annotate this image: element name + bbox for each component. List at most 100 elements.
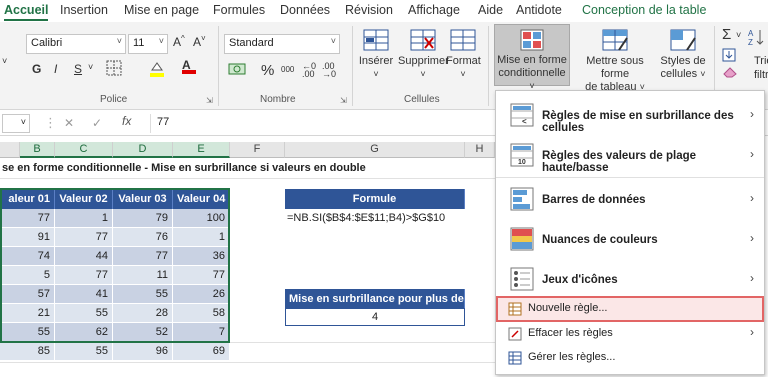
table-cell[interactable]: 52 [113,323,173,342]
table-cell[interactable]: 77 [55,228,113,247]
table-cell[interactable]: 11 [113,266,173,285]
table-cell[interactable]: 79 [113,209,173,228]
tab-aide[interactable]: Aide [478,3,503,17]
table-cell[interactable]: 62 [55,323,113,342]
table-cell[interactable]: 77 [55,266,113,285]
column-header-f[interactable]: F [230,142,285,158]
percent-button[interactable]: % [261,62,274,79]
currency-icon[interactable] [228,62,246,79]
menu-item-data-bars[interactable]: Barres de données › [496,179,764,219]
table-cell[interactable]: 55 [55,304,113,323]
sort-filter-icon[interactable]: AZ [748,28,766,48]
table-header-3[interactable]: Valeur 03 [113,189,173,209]
table-header-2[interactable]: Valeur 02 [55,189,113,209]
table-cell[interactable]: 1 [173,228,230,247]
table-cell[interactable]: 55 [55,342,113,361]
table-cell[interactable]: 96 [113,342,173,361]
autosum-button[interactable]: Σ [722,26,731,43]
cell-styles-button[interactable]: Styles de cellules ˅ [656,28,710,81]
tab-affichage[interactable]: Affichage [408,3,460,17]
threshold-value[interactable]: 4 [285,308,465,326]
chevron-down-icon[interactable]: ˅ [736,30,741,40]
menu-item-color-scales[interactable]: Nuances de couleurs › [496,219,764,259]
table-cell[interactable]: 1 [55,209,113,228]
font-name-dropdown[interactable]: Calibri ˅ [26,34,126,54]
font-size-dropdown[interactable]: 11 ˅ [128,34,168,54]
table-cell[interactable]: 26 [173,285,230,304]
format-as-table-button[interactable]: Mettre sous forme de tableau ˅ [572,28,658,94]
column-header-h[interactable]: H [465,142,495,158]
column-header-d[interactable]: D [113,142,173,158]
table-cell[interactable]: 69 [173,342,230,361]
increase-decimal-icon[interactable]: ←0.00 [302,62,316,79]
table-header-1[interactable]: aleur 01 [0,189,55,209]
formula-text[interactable]: =NB.SI($B$4:$E$11;B4)>$G$10 [283,208,449,228]
conditional-formatting-button[interactable]: Mise en forme conditionnelle ˅ [494,24,570,91]
table-cell[interactable]: 58 [173,304,230,323]
table-cell[interactable]: 5 [0,266,55,285]
tab-mise-en-page[interactable]: Mise en page [124,3,199,17]
bold-button[interactable]: G [32,62,41,76]
table-cell[interactable]: 41 [55,285,113,304]
borders-icon[interactable] [106,60,122,79]
tab-accueil[interactable]: Accueil [4,3,49,21]
italic-button[interactable]: I [54,62,57,76]
chevron-down-icon[interactable]: ˅ [2,56,7,66]
column-header-a[interactable] [0,142,20,158]
menu-item-icon-sets[interactable]: Jeux d'icônes › [496,259,764,299]
dialog-launcher-icon[interactable]: ⇲ [206,96,213,105]
tab-donnees[interactable]: Données [280,3,330,17]
menu-item-top-bottom-rules[interactable]: 10 Règles des valeurs de plage haute/bas… [496,137,764,177]
sort-filter-label-1[interactable]: Trie [754,55,768,67]
menu-item-manage-rules[interactable]: Gérer les règles... [496,347,764,369]
fill-icon[interactable] [722,48,736,65]
fill-color-icon[interactable] [148,60,166,81]
table-cell[interactable]: 44 [55,247,113,266]
decrease-decimal-icon[interactable]: .00 →0 [322,62,336,79]
tab-revision[interactable]: Révision [345,3,393,17]
delete-button[interactable]: Supprimer ˅ [398,28,449,81]
insert-button[interactable]: Insérer ˅ [358,28,394,81]
table-cell[interactable]: 55 [113,285,173,304]
formula-header[interactable]: Formule [285,189,465,209]
sort-filter-label-2[interactable]: filtr [754,69,768,81]
clear-icon[interactable] [722,66,738,81]
threshold-header[interactable]: Mise en surbrillance pour plus de [285,289,465,309]
cancel-icon[interactable]: ✕ [64,116,74,130]
column-header-e[interactable]: E [173,142,230,158]
chevron-down-icon[interactable]: ˅ [88,62,93,72]
shrink-font-button[interactable]: A˅ [193,34,206,49]
grow-font-button[interactable]: A^ [173,34,185,49]
table-cell[interactable]: 100 [173,209,230,228]
table-cell[interactable]: 77 [173,266,230,285]
table-cell[interactable]: 36 [173,247,230,266]
table-cell[interactable]: 77 [0,209,55,228]
tab-antidote[interactable]: Antidote [516,3,562,17]
dialog-launcher-icon[interactable]: ⇲ [340,96,347,105]
table-cell[interactable]: 55 [0,323,55,342]
table-cell[interactable]: 77 [113,247,173,266]
format-button[interactable]: Format ˅ [446,28,481,81]
menu-item-highlight-rules[interactable]: < Règles de mise en surbrillance des cel… [496,97,764,137]
tab-formules[interactable]: Formules [213,3,265,17]
name-box[interactable]: ˅ [2,114,30,133]
table-header-4[interactable]: Valeur 04 [173,189,230,209]
confirm-icon[interactable]: ✓ [92,116,102,130]
table-cell[interactable]: 57 [0,285,55,304]
formula-input[interactable]: 77 [150,114,495,133]
font-color-icon[interactable]: A [182,58,196,74]
table-cell[interactable]: 91 [0,228,55,247]
menu-item-clear-rules[interactable]: Effacer les règles › [496,323,764,345]
tab-conception-table[interactable]: Conception de la table [582,3,706,17]
tab-insertion[interactable]: Insertion [60,3,108,17]
underline-button[interactable]: S [74,62,82,76]
table-cell[interactable]: 21 [0,304,55,323]
table-cell[interactable]: 74 [0,247,55,266]
table-cell[interactable]: 76 [113,228,173,247]
thousands-button[interactable]: 000 [281,65,294,74]
insert-function-icon[interactable]: fx [122,114,131,128]
sheet-title[interactable]: se en forme conditionnelle - Mise en sur… [0,158,370,178]
table-cell[interactable]: 85 [0,342,55,361]
menu-item-new-rule[interactable]: Nouvelle règle... [496,296,764,322]
table-cell[interactable]: 28 [113,304,173,323]
